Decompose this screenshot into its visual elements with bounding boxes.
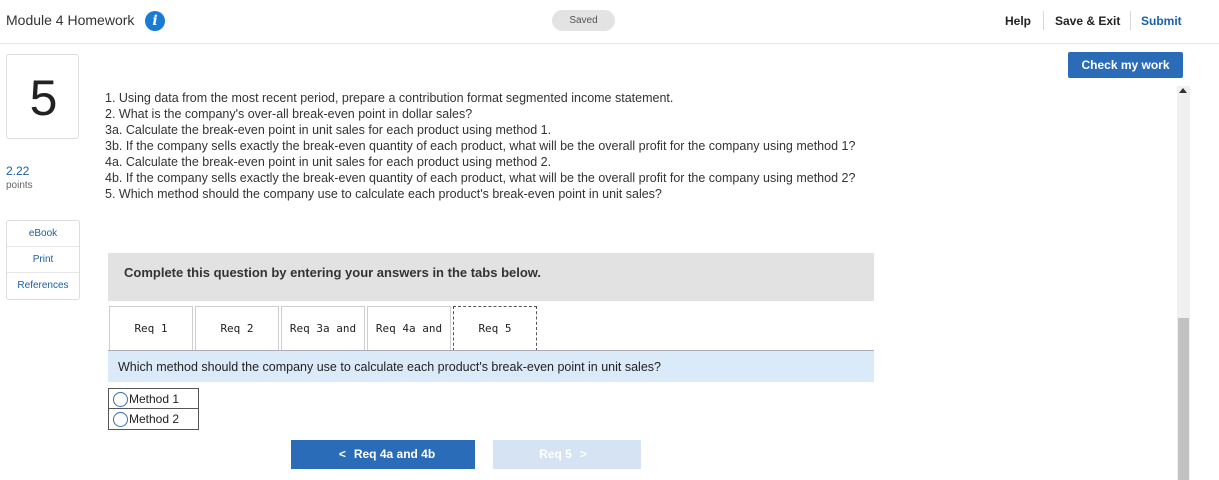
resource-links: eBook Print References — [6, 220, 80, 300]
next-req-label: Req 5 — [539, 447, 572, 461]
option-method-2[interactable]: Method 2 — [109, 409, 198, 429]
option-method-1[interactable]: Method 1 — [109, 389, 198, 409]
question-number: 5 — [29, 70, 58, 126]
question-line: 4a. Calculate the break-even point in un… — [105, 155, 552, 169]
tab-req-3a-3b[interactable]: Req 3a and 3b — [281, 306, 365, 379]
question-line: 3a. Calculate the break-even point in un… — [105, 123, 552, 137]
print-link[interactable]: Print — [7, 247, 79, 273]
question-line: 1. Using data from the most recent perio… — [105, 91, 674, 105]
help-link[interactable]: Help — [1005, 14, 1031, 28]
chevron-left-icon: < — [338, 447, 346, 461]
question-number-box: 5 — [6, 54, 79, 139]
question-line: 4b. If the company sells exactly the bre… — [105, 171, 856, 185]
points-label: points — [6, 180, 33, 191]
prev-req-label: Req 4a and 4b — [353, 447, 436, 461]
divider — [1043, 11, 1044, 30]
instructions-text: Complete this question by entering your … — [124, 265, 542, 280]
option-label: Method 1 — [129, 392, 180, 406]
next-req-button[interactable]: Req 5 > — [493, 440, 641, 469]
scroll-up-icon[interactable] — [1179, 88, 1187, 93]
question-line: 2. What is the company's over-all break-… — [105, 107, 473, 121]
prompt-text: Which method should the company use to c… — [118, 360, 661, 374]
saved-status-badge: Saved — [552, 10, 615, 31]
scrollbar-thumb[interactable] — [1178, 318, 1189, 480]
save-exit-link[interactable]: Save & Exit — [1055, 14, 1120, 28]
prompt-banner: Which method should the company use to c… — [108, 351, 874, 382]
tab-req-4a-4b[interactable]: Req 4a and 4b — [367, 306, 451, 379]
tab-req-5[interactable]: Req 5 — [453, 306, 537, 351]
tab-req-2[interactable]: Req 2 — [195, 306, 279, 350]
divider — [1130, 11, 1131, 30]
option-label: Method 2 — [129, 412, 180, 426]
radio-button[interactable] — [113, 412, 128, 427]
instructions-banner: Complete this question by entering your … — [108, 253, 874, 301]
info-icon[interactable]: i — [145, 11, 165, 31]
top-bar: Module 4 Homework i Saved Help Save & Ex… — [0, 0, 1219, 44]
chevron-right-icon: > — [579, 447, 587, 461]
question-line: 5. Which method should the company use t… — [105, 187, 662, 201]
tab-req-1[interactable]: Req 1 — [109, 306, 193, 350]
question-line: 3b. If the company sells exactly the bre… — [105, 139, 856, 153]
submit-link[interactable]: Submit — [1141, 14, 1182, 28]
points-value: 2.22 — [6, 164, 30, 178]
check-my-work-button[interactable]: Check my work — [1068, 52, 1183, 78]
question-text: 1. Using data from the most recent perio… — [105, 90, 950, 202]
prev-req-button[interactable]: < Req 4a and 4b — [291, 440, 475, 469]
ebook-link[interactable]: eBook — [7, 221, 79, 247]
radio-button[interactable] — [113, 392, 128, 407]
method-options: Method 1 Method 2 — [108, 388, 199, 430]
assignment-title: Module 4 Homework — [6, 12, 135, 28]
references-link[interactable]: References — [7, 273, 79, 299]
